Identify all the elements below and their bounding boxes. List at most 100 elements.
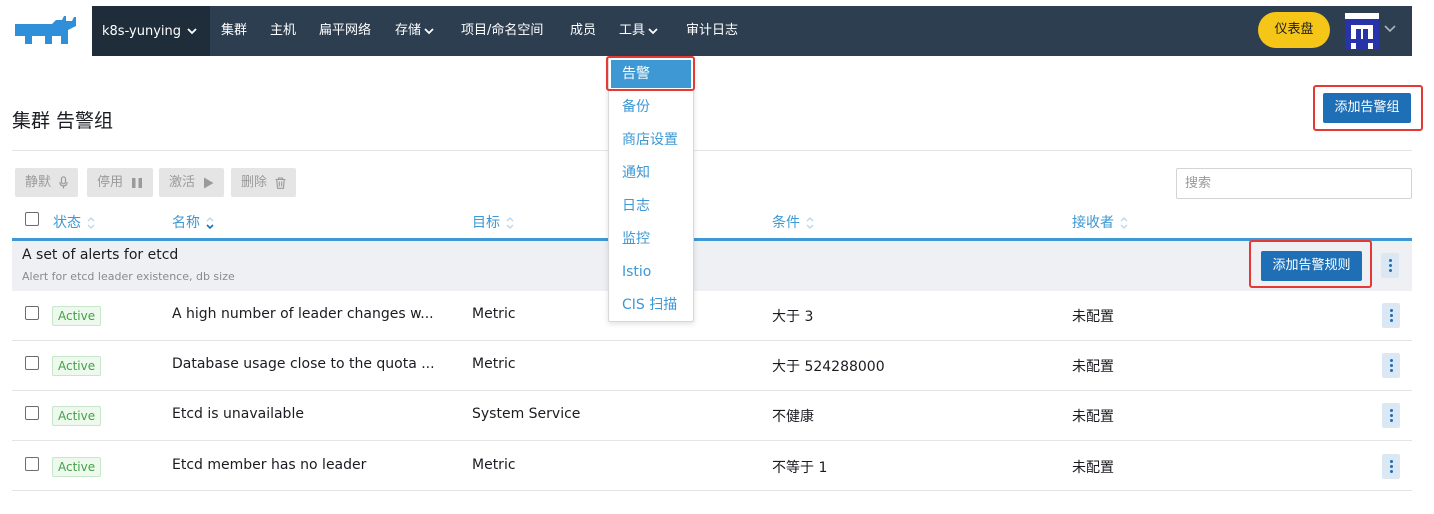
add-alert-group-button[interactable]: 添加告警组 — [1323, 93, 1411, 123]
delete-button[interactable]: 删除 — [231, 168, 297, 197]
column-header-condition-label: 条件 — [772, 215, 800, 231]
row-name: Etcd member has no leader — [172, 457, 367, 473]
row-receiver: 未配置 — [1072, 309, 1114, 325]
chevron-down-icon — [648, 27, 658, 34]
add-alert-rule-button[interactable]: 添加告警规则 — [1261, 251, 1362, 281]
menu-item-istio[interactable]: Istio — [609, 258, 693, 286]
status-badge: Active — [52, 406, 102, 426]
chevron-down-icon — [187, 28, 197, 35]
column-header-target-label: 目标 — [472, 215, 500, 231]
row-checkbox[interactable] — [25, 306, 39, 320]
row-name: Database usage close to the quota ... — [172, 356, 435, 372]
sort-desc-icon — [206, 217, 214, 230]
disable-button-label: 停用 — [97, 175, 124, 190]
row-target: System Service — [472, 406, 581, 422]
nav-storage[interactable]: 存储 — [395, 6, 434, 56]
table-row: Active Etcd member has no leader Metric … — [12, 441, 1412, 491]
sort-icon — [806, 217, 814, 229]
table-row: Active Etcd is unavailable System Servic… — [12, 391, 1412, 441]
sort-icon — [1120, 217, 1128, 229]
microphone-icon — [59, 176, 68, 189]
nav-hosts[interactable]: 主机 — [270, 6, 296, 56]
delete-button-label: 删除 — [241, 175, 268, 190]
group-more-actions-icon[interactable] — [1381, 253, 1399, 278]
select-all-checkbox[interactable] — [25, 212, 39, 226]
alert-group-title: A set of alerts for etcd — [22, 247, 179, 263]
search-input[interactable] — [1176, 168, 1412, 199]
nav-cluster[interactable]: 集群 — [221, 6, 247, 56]
page-title: 集群 告警组 — [12, 110, 114, 132]
row-checkbox[interactable] — [25, 356, 39, 370]
row-more-actions-icon[interactable] — [1382, 403, 1400, 428]
pause-icon — [132, 177, 143, 188]
play-icon — [204, 177, 214, 188]
disable-button[interactable]: 停用 — [87, 168, 154, 197]
activate-button-label: 激活 — [169, 175, 196, 190]
menu-item-monitoring[interactable]: 监控 — [609, 225, 693, 253]
menu-item-alerts[interactable]: 告警 — [611, 60, 691, 88]
user-menu-chevron-icon[interactable] — [1384, 24, 1396, 34]
nav-projects-namespaces[interactable]: 项目/命名空间 — [461, 6, 543, 56]
menu-item-cis-scan[interactable]: CIS 扫描 — [609, 291, 693, 319]
nav-flat-network[interactable]: 扁平网络 — [319, 6, 371, 56]
header-divider — [12, 150, 1412, 151]
sort-icon — [506, 217, 514, 229]
row-more-actions-icon[interactable] — [1382, 454, 1400, 479]
chevron-down-icon — [424, 27, 434, 34]
row-condition: 大于 3 — [772, 309, 814, 325]
row-receiver: 未配置 — [1072, 359, 1114, 375]
row-more-actions-icon[interactable] — [1382, 353, 1400, 378]
rancher-logo[interactable] — [12, 12, 80, 50]
column-header-receiver[interactable]: 接收者 — [1072, 212, 1128, 234]
row-name: A high number of leader changes w... — [172, 306, 434, 322]
tools-dropdown-menu: 告警 备份 商店设置 通知 日志 监控 Istio CIS 扫描 — [608, 56, 694, 322]
nav-tools[interactable]: 工具 — [619, 6, 658, 56]
alert-group-row: A set of alerts for etcd Alert for etcd … — [12, 238, 1412, 291]
menu-item-notifiers[interactable]: 通知 — [609, 159, 693, 187]
cluster-name: k8s-yunying — [102, 23, 182, 39]
column-header-status-label: 状态 — [53, 215, 81, 231]
main-nav: k8s-yunying 集群 主机 扁平网络 存储 项目/命名空间 成员 工具 … — [92, 6, 1412, 56]
dashboard-button[interactable]: 仪表盘 — [1258, 12, 1330, 48]
status-badge: Active — [52, 356, 102, 376]
table-row: Active A high number of leader changes w… — [12, 291, 1412, 341]
row-target: Metric — [472, 457, 516, 473]
user-avatar-icon — [1345, 13, 1379, 49]
menu-item-catalog-settings[interactable]: 商店设置 — [609, 126, 693, 154]
status-badge: Active — [52, 306, 102, 326]
row-condition: 大于 524288000 — [772, 359, 885, 375]
column-header-condition[interactable]: 条件 — [772, 212, 814, 234]
column-header-status[interactable]: 状态 — [53, 212, 95, 234]
row-condition: 不健康 — [772, 409, 814, 425]
menu-item-logging[interactable]: 日志 — [609, 192, 693, 220]
nav-audit-log[interactable]: 审计日志 — [686, 6, 738, 56]
row-target: Metric — [472, 306, 516, 322]
column-header-name[interactable]: 名称 — [172, 212, 214, 234]
rancher-logo-icon — [15, 16, 76, 44]
menu-item-backup[interactable]: 备份 — [609, 93, 693, 121]
avatar[interactable] — [1345, 13, 1379, 49]
mute-button[interactable]: 静默 — [15, 168, 79, 197]
nav-storage-label: 存储 — [395, 23, 422, 38]
mute-button-label: 静默 — [25, 175, 52, 190]
trash-icon — [275, 176, 286, 189]
column-header-name-label: 名称 — [172, 215, 200, 231]
nav-tools-label: 工具 — [619, 23, 646, 38]
row-more-actions-icon[interactable] — [1382, 303, 1400, 328]
row-condition: 不等于 1 — [772, 460, 828, 476]
row-receiver: 未配置 — [1072, 460, 1114, 476]
column-header-target[interactable]: 目标 — [472, 212, 514, 234]
activate-button[interactable]: 激活 — [159, 168, 225, 197]
row-checkbox[interactable] — [25, 406, 39, 420]
row-checkbox[interactable] — [25, 457, 39, 471]
sort-icon — [87, 217, 95, 229]
nav-members[interactable]: 成员 — [570, 6, 596, 56]
table-row: Active Database usage close to the quota… — [12, 341, 1412, 391]
column-header-receiver-label: 接收者 — [1072, 215, 1114, 231]
row-receiver: 未配置 — [1072, 409, 1114, 425]
status-badge: Active — [52, 457, 102, 477]
row-name: Etcd is unavailable — [172, 406, 304, 422]
alert-group-description: Alert for etcd leader existence, db size — [22, 270, 235, 283]
row-target: Metric — [472, 356, 516, 372]
cluster-selector[interactable]: k8s-yunying — [92, 6, 210, 56]
